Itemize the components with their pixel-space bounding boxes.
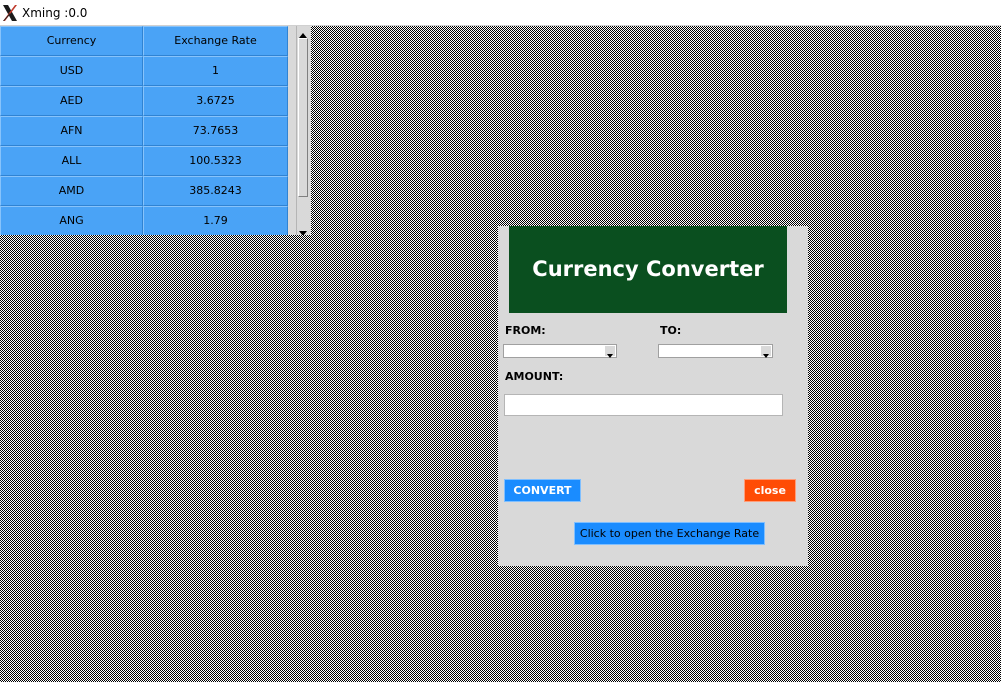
currency-converter-window: Currency Converter FROM: TO: AMOUNT: CON…	[498, 226, 808, 566]
rate-cell: 3.6725	[143, 86, 288, 116]
rate-cell: 1.79	[143, 206, 288, 235]
title-bar: Xming :0.0	[0, 0, 1001, 26]
table-row: AFN 73.7653	[0, 116, 288, 146]
currency-cell: USD	[0, 56, 143, 86]
amount-label: AMOUNT:	[505, 370, 564, 383]
currency-cell: ALL	[0, 146, 143, 176]
rate-cell: 100.5323	[143, 146, 288, 176]
window-title: Xming :0.0	[22, 6, 88, 20]
convert-button[interactable]: CONVERT	[504, 479, 581, 502]
from-currency-select[interactable]	[503, 344, 617, 358]
vertical-scrollbar[interactable]	[296, 26, 309, 235]
exchange-rate-table: Currency Exchange Rate USD 1 AED 3.6725 …	[0, 26, 288, 235]
table-row: ALL 100.5323	[0, 146, 288, 176]
xming-x-logo-icon	[1, 4, 19, 22]
scroll-thumb[interactable]	[298, 38, 308, 197]
to-label: TO:	[660, 324, 682, 337]
table-row: ANG 1.79	[0, 206, 288, 235]
table-row: USD 1	[0, 56, 288, 86]
column-header-currency: Currency	[0, 26, 143, 56]
from-label: FROM:	[505, 324, 546, 337]
rate-cell: 1	[143, 56, 288, 86]
table-row: AMD 385.8243	[0, 176, 288, 206]
amount-input[interactable]	[504, 394, 783, 416]
rate-cell: 73.7653	[143, 116, 288, 146]
arrow-down-icon[interactable]	[297, 224, 309, 235]
to-currency-select[interactable]	[658, 344, 773, 358]
chevron-down-icon[interactable]	[761, 346, 771, 358]
open-exchange-rate-button[interactable]: Click to open the Exchange Rate	[574, 522, 765, 545]
arrow-up-icon[interactable]	[297, 26, 309, 38]
rate-cell: 385.8243	[143, 176, 288, 206]
table-header-row: Currency Exchange Rate	[0, 26, 288, 56]
currency-cell: AED	[0, 86, 143, 116]
column-header-exchange-rate: Exchange Rate	[143, 26, 288, 56]
close-button[interactable]: close	[744, 479, 796, 502]
currency-cell: AFN	[0, 116, 143, 146]
table-row: AED 3.6725	[0, 86, 288, 116]
exchange-rate-window: Currency Exchange Rate USD 1 AED 3.6725 …	[0, 26, 311, 235]
chevron-down-icon[interactable]	[605, 346, 615, 358]
currency-cell: ANG	[0, 206, 143, 235]
converter-title: Currency Converter	[509, 226, 787, 313]
currency-cell: AMD	[0, 176, 143, 206]
